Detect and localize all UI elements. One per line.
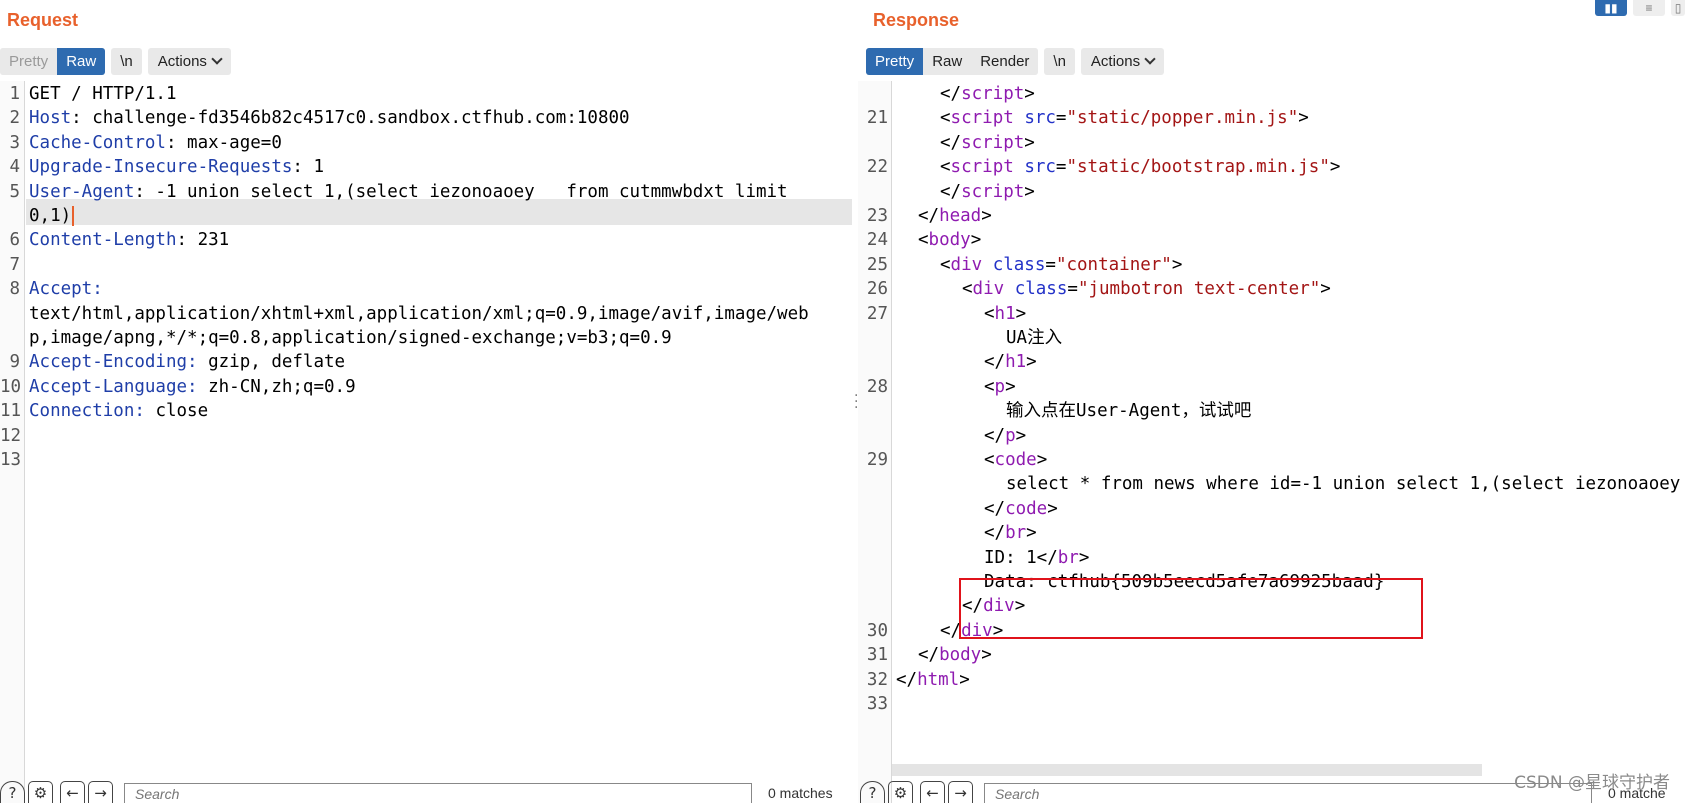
- horizontal-view-icon[interactable]: ≡: [1633, 0, 1665, 16]
- response-title: Response: [873, 10, 960, 30]
- code-line: <div class="jumbotron text-center">: [962, 279, 1331, 300]
- code-line: Accept:: [29, 279, 103, 300]
- request-newline-button[interactable]: \n: [111, 47, 142, 75]
- response-horizontal-scrollbar[interactable]: [892, 764, 1482, 776]
- request-actions-label: Actions: [157, 52, 207, 70]
- next-match-icon[interactable]: →: [88, 781, 113, 803]
- response-view-toggle: Pretty Raw Render: [866, 47, 1039, 75]
- code-line: UA注入: [1006, 328, 1063, 348]
- request-title: Request: [7, 10, 79, 30]
- request-toolbar: Pretty Raw \n Actions: [0, 47, 231, 75]
- request-search-bar: ? ⚙ ← → 0 matches: [0, 781, 852, 803]
- code-line: Host: challenge-fd3546b82c4517c0.sandbox…: [29, 108, 630, 129]
- code-line: text/html,application/xhtml+xml,applicat…: [29, 303, 809, 324]
- request-raw-button[interactable]: Raw: [57, 47, 106, 75]
- request-code[interactable]: GET / HTTP/1.1 Host: challenge-fd3546b82c…: [0, 81, 852, 803]
- previous-match-icon[interactable]: ←: [920, 781, 945, 803]
- layout-switcher: ▮▮ ≡ ▯: [1595, 0, 1685, 16]
- code-line: </br>: [984, 523, 1037, 544]
- request-view-toggle: Pretty Raw: [0, 47, 106, 75]
- code-line: <div class="container">: [940, 254, 1183, 275]
- code-line: </script>: [940, 181, 1035, 202]
- code-line: User-Agent: -1 union select 1,(select ie…: [29, 181, 788, 202]
- code-line: </code>: [984, 498, 1058, 519]
- code-line: Connection: close: [29, 401, 209, 422]
- response-toolbar: Pretty Raw Render \n Actions: [866, 47, 1165, 75]
- help-icon[interactable]: ?: [860, 781, 885, 803]
- code-line: <p>: [984, 376, 1016, 397]
- response-render-button[interactable]: Render: [971, 47, 1039, 75]
- response-newline-toggle: \n: [1044, 47, 1075, 75]
- response-code[interactable]: </script> <script src="static/popper.min.…: [858, 81, 1685, 803]
- response-pretty-button[interactable]: Pretty: [866, 47, 924, 75]
- code-line: Accept-Encoding: gzip, deflate: [29, 352, 346, 373]
- response-newline-button[interactable]: \n: [1044, 47, 1075, 75]
- split-view-icon[interactable]: ▮▮: [1595, 0, 1627, 16]
- help-icon[interactable]: ?: [0, 781, 25, 803]
- request-editor[interactable]: 1 2 3 4 5 6 7 8 9 10 11 12 13 GET / HTTP/1.1 Host: ch…: [0, 81, 852, 803]
- code-line: <body>: [918, 230, 982, 251]
- code-line: </script>: [940, 132, 1035, 153]
- request-newline-toggle: \n: [111, 47, 142, 75]
- response-raw-button[interactable]: Raw: [923, 47, 972, 75]
- flag-highlight-box: [959, 578, 1423, 639]
- code-line: p,image/apng,*/*;q=0.8,application/signe…: [29, 328, 672, 348]
- code-line: </script>: [940, 84, 1035, 104]
- code-line: </body>: [918, 645, 992, 666]
- request-search-input[interactable]: [124, 783, 752, 803]
- text-caret: [72, 206, 75, 226]
- code-line: <script src="static/bootstrap.min.js">: [940, 157, 1341, 178]
- code-line: Upgrade-Insecure-Requests: 1: [29, 157, 325, 178]
- response-editor[interactable]: 21 22 23 24 25 26 27 28 29 30 31 32 33 </script> <scr…: [858, 81, 1685, 803]
- chevron-down-icon: [1144, 53, 1156, 65]
- single-view-icon[interactable]: ▯: [1671, 0, 1685, 16]
- request-actions-button[interactable]: Actions: [147, 47, 231, 75]
- next-match-icon[interactable]: →: [948, 781, 973, 803]
- code-line: Accept-Language: zh-CN,zh;q=0.9: [29, 376, 356, 397]
- code-line: <script src="static/popper.min.js">: [940, 108, 1309, 129]
- request-pretty-button[interactable]: Pretty: [0, 47, 58, 75]
- code-line: </h1>: [984, 352, 1037, 373]
- watermark: CSDN @星球守护者: [1514, 773, 1670, 793]
- code-line: ID: 1</br>: [984, 547, 1090, 568]
- code-line: </p>: [984, 425, 1027, 446]
- request-match-count: 0 matches: [768, 785, 833, 801]
- code-line: 输入点在User-Agent，试试吧: [1006, 401, 1252, 422]
- response-actions-label: Actions: [1090, 52, 1141, 70]
- code-line: 0,1): [29, 203, 75, 229]
- code-line: <h1>: [984, 303, 1027, 324]
- code-line: Content-Length: 231: [29, 230, 230, 251]
- code-line: Cache-Control: max-age=0: [29, 132, 282, 153]
- settings-icon[interactable]: ⚙: [888, 781, 913, 803]
- request-pane: Request Pretty Raw \n Actions 1234567891…: [0, 0, 852, 803]
- response-search-input[interactable]: [984, 783, 1592, 803]
- code-line: </head>: [918, 206, 992, 226]
- code-line: <code>: [984, 450, 1048, 470]
- previous-match-icon[interactable]: ←: [60, 781, 85, 803]
- code-line: </html>: [896, 669, 970, 690]
- settings-icon[interactable]: ⚙: [28, 781, 53, 803]
- response-actions-button[interactable]: Actions: [1080, 47, 1165, 75]
- drag-handle-icon[interactable]: · · ·: [854, 389, 858, 415]
- chevron-down-icon: [211, 53, 223, 65]
- code-line: GET / HTTP/1.1: [29, 84, 177, 104]
- response-pane: Response ▮▮ ≡ ▯ Pretty Raw Render \n Act…: [858, 0, 1685, 803]
- code-line: select * from news where id=-1 union sel…: [1006, 474, 1681, 495]
